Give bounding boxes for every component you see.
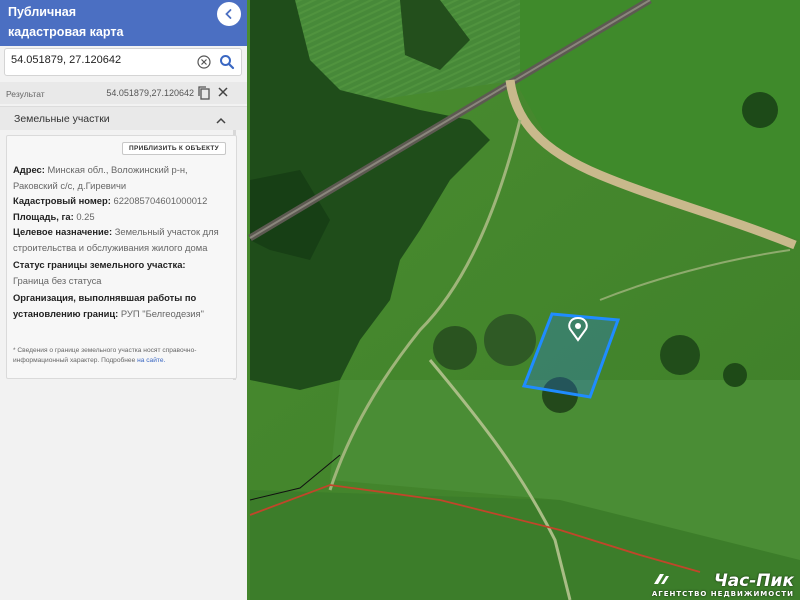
result-label: Результат xyxy=(6,89,45,99)
disclaimer-note: * Сведения о границе земельного участка … xyxy=(13,346,231,365)
address-label: Адрес: xyxy=(13,164,45,175)
section-toggle[interactable] xyxy=(215,113,227,131)
address-row: Адрес: Минская обл., Воложинский р-н, Ра… xyxy=(13,162,231,193)
cadastral-value: 622085704601000012 xyxy=(113,195,208,206)
cadastral-row: Кадастровый номер: 622085704601000012 xyxy=(13,193,231,209)
chevron-left-icon xyxy=(225,9,232,19)
result-bar: Результат 54.051879,27.120642 xyxy=(0,82,247,104)
tree-cluster xyxy=(433,326,477,370)
search-input[interactable] xyxy=(11,54,186,66)
border-status-label: Статус границы земельного участка: xyxy=(13,259,186,270)
copy-icon xyxy=(198,86,210,100)
cadastral-label: Кадастровый номер: xyxy=(13,195,111,206)
search-icon xyxy=(220,55,235,70)
clear-search-button[interactable] xyxy=(197,55,211,74)
zoom-to-object-button[interactable]: ПРИБЛИЗИТЬ К ОБЪЕКТУ xyxy=(122,142,226,155)
chevron-up-icon xyxy=(216,117,226,124)
parcel-fields: Адрес: Минская обл., Воложинский р-н, Ра… xyxy=(13,162,231,321)
copy-button[interactable] xyxy=(197,85,211,106)
area-value: 0.25 xyxy=(76,210,95,222)
purpose-row: Целевое назначение: Земельный участок дл… xyxy=(13,224,231,255)
disclaimer-text: * Сведения о границе земельного участка … xyxy=(13,347,197,364)
watermark-brand: Час-Пик xyxy=(713,571,794,591)
panel-header: Публичная кадастровая карта xyxy=(0,0,247,46)
tree-cluster xyxy=(742,92,778,128)
tree-cluster xyxy=(484,314,536,366)
close-icon xyxy=(218,87,228,97)
search-box xyxy=(4,48,242,76)
brand-logo-icon xyxy=(653,574,669,584)
disclaimer-link[interactable]: на сайте. xyxy=(137,357,165,364)
parcel-info-card: ПРИБЛИЗИТЬ К ОБЪЕКТУ Адрес: Минская обл.… xyxy=(6,135,237,379)
watermark: Час-Пик АГЕНТСТВО НЕДВИЖИМОСТИ xyxy=(652,572,794,598)
land-plots-section-header[interactable]: Земельные участки xyxy=(0,106,247,130)
close-result-button[interactable] xyxy=(216,85,230,104)
tree-cluster xyxy=(723,363,747,387)
purpose-label: Целевое назначение: xyxy=(13,226,113,237)
app-title: Публичная кадастровая карта xyxy=(8,5,124,39)
result-coords: 54.051879,27.120642 xyxy=(106,88,194,98)
watermark-subtitle: АГЕНТСТВО НЕДВИЖИМОСТИ xyxy=(651,590,794,598)
tree-cluster xyxy=(660,335,700,375)
search-button[interactable] xyxy=(219,54,235,75)
back-button[interactable] xyxy=(217,2,241,26)
info-panel: Публичная кадастровая карта Результат 54… xyxy=(0,0,247,600)
border-status-value: Граница без статуса xyxy=(13,274,102,286)
clear-circle-icon xyxy=(197,55,211,69)
section-title: Земельные участки xyxy=(14,113,110,125)
organization-row: Организация, выполнявшая работы по устан… xyxy=(13,290,231,321)
organization-value: РУП "Белгеодезия" xyxy=(120,307,204,319)
area-label: Площадь, га: xyxy=(13,210,74,222)
border-status-row: Статус границы земельного участка: Грани… xyxy=(13,257,231,288)
area-row: Площадь, га: 0.25 xyxy=(13,209,231,225)
